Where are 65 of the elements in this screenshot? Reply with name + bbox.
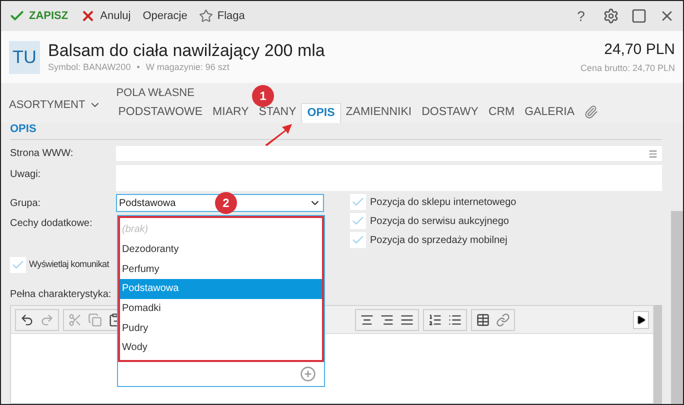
align-right-icon[interactable] [380,312,394,326]
tab[interactable]: ZAMIENNIKI [340,103,417,123]
tab[interactable]: DOSTAWY [416,103,484,123]
field-label: Grupa: [10,196,42,210]
maximize-icon[interactable] [631,8,647,24]
checkbox-label: Pozycja do sklepu internetowego [370,196,516,210]
dropdown-option[interactable]: Dezodoranty [120,240,322,260]
dropdown-option[interactable]: Pudry [120,318,322,338]
separator-dot: • [136,60,140,74]
step-badge: 2 [215,192,237,214]
link-icon[interactable] [496,312,510,326]
more-button[interactable] [633,310,649,328]
toolbar-button[interactable]: Flaga [199,8,245,24]
dropdown-option[interactable]: Perfumy [120,259,322,280]
checkbox[interactable] [350,213,366,229]
tab[interactable]: GALERIA [520,103,580,123]
star-icon [199,9,214,23]
dropdown-option[interactable]: Pomadki [120,298,322,318]
stock-text: W magazynie: 96 szt [146,60,230,74]
align-center-icon[interactable] [360,312,374,326]
menu-dropdown[interactable]: ASORTYMENT [9,96,102,113]
field-label: Cechy dodatkowe: [10,217,92,231]
website-field[interactable] [116,146,662,161]
settings-icon[interactable] [603,8,619,24]
editor-scrollbar[interactable] [654,305,662,404]
scrollbar-thumb[interactable] [671,211,683,404]
product-title: Balsam do ciała nawilżający 200 mla [48,40,325,61]
tab-group-label: POLA WŁASNE [116,86,194,100]
tab[interactable]: PODSTAWOWE [113,103,208,123]
table-icon[interactable] [476,312,490,326]
checkbox-label: Wyświetlaj komunikat [29,258,109,272]
tab[interactable]: MIARY [208,103,254,123]
dropdown-option[interactable]: Wody [120,338,322,358]
checkbox-label: Pozycja do serwisu aukcyjnego [370,214,509,228]
symbol-text: Symbol: BANAW200 [48,60,131,74]
field-label: Strona WWW: [10,147,74,161]
scissors-icon[interactable] [68,312,82,326]
redo-icon[interactable] [40,312,54,326]
add-icon[interactable] [300,366,316,382]
checkbox[interactable] [350,194,366,210]
field-label: Uwagi: [10,168,42,182]
tab[interactable]: CRM [483,103,520,123]
avatar: TU [9,40,40,74]
toolbar-button[interactable]: ZAPISZ [9,8,68,24]
paperclip-icon[interactable] [584,105,598,119]
checkbox-label: Pozycja do sprzedaży mobilnej [370,234,508,248]
price: 24,70 PLN [604,40,675,60]
gross-price: Cena brutto: 24,70 PLN [580,62,675,74]
checkbox[interactable] [10,257,26,273]
toolbar-button[interactable]: Operacje [142,8,188,24]
menu-icon[interactable] [648,148,658,158]
play-icon [636,314,646,324]
checkbox[interactable] [350,232,366,248]
toolbar-button[interactable]: Anuluj [80,8,131,24]
tab[interactable]: OPIS [301,103,341,123]
help-button[interactable]: ? [571,6,591,26]
section-title: OPIS [10,123,662,140]
numbered-list-icon[interactable] [428,312,442,326]
field-label: Pełna charakterystyka: [10,288,112,302]
copy-icon[interactable] [88,312,102,326]
bullet-list-icon[interactable] [448,312,462,326]
align-justify-icon[interactable] [400,312,414,326]
undo-icon[interactable] [20,312,34,326]
notes-field[interactable] [116,165,662,191]
pointer-arrow [263,123,293,147]
